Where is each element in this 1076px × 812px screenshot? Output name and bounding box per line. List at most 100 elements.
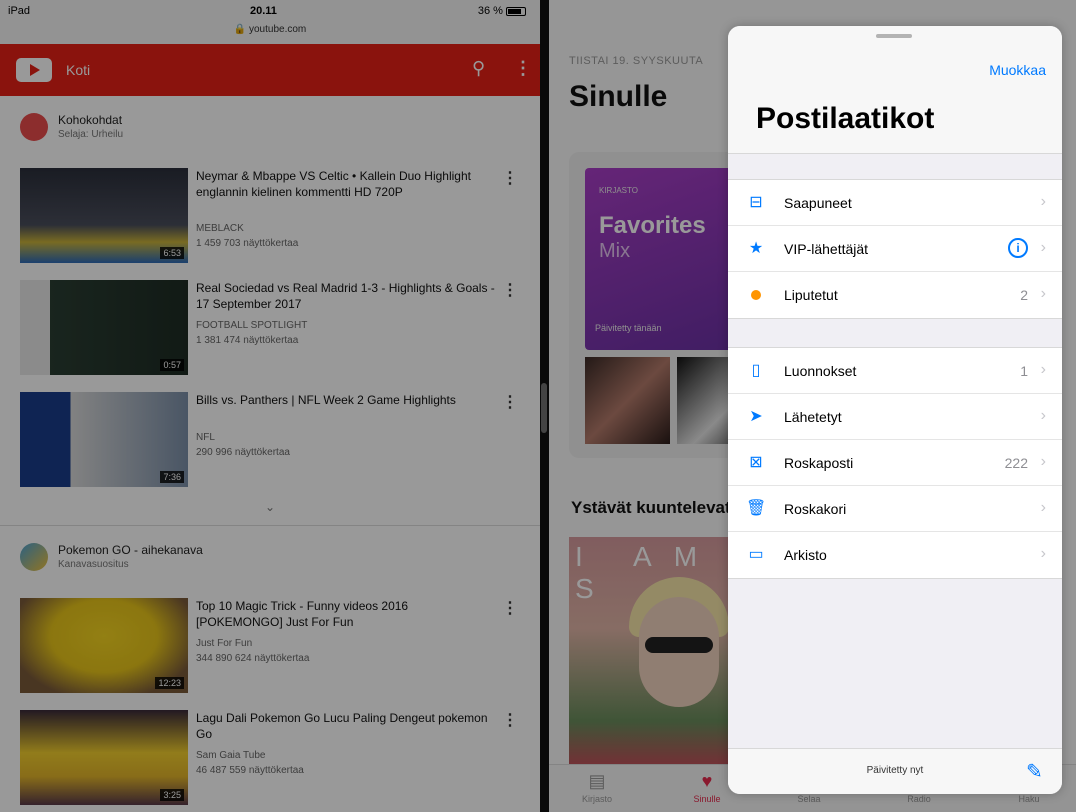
mailbox-row-inbox[interactable]: ⊟ Saapuneet › xyxy=(728,180,1062,226)
mailbox-row-vip[interactable]: ★ VIP-lähettäjät i › xyxy=(728,226,1062,272)
video-thumbnail[interactable]: 0:57 xyxy=(20,280,188,375)
video-title[interactable]: Top 10 Magic Trick - Funny videos 2016 [… xyxy=(196,598,496,630)
video-title[interactable]: Neymar & Mbappe VS Celtic • Kallein Duo … xyxy=(196,168,496,200)
video-views: 1 381 474 näyttökertaa xyxy=(196,335,299,346)
section-subtitle: Selaja: Urheilu xyxy=(58,129,124,140)
mailbox-group-primary: ⊟ Saapuneet › ★ VIP-lähettäjät i › Liput… xyxy=(728,179,1062,319)
mailbox-label: Saapuneet xyxy=(784,195,852,211)
video-thumbnail[interactable]: 3:25 xyxy=(20,710,188,805)
video-views: 290 996 näyttökertaa xyxy=(196,447,290,458)
tab-label: Haku xyxy=(1018,794,1040,804)
mailbox-row-sent[interactable]: ➤ Lähetetyt › xyxy=(728,394,1062,440)
search-icon[interactable]: ⚲ xyxy=(472,58,494,80)
video-duration: 0:57 xyxy=(160,359,184,371)
mailbox-count: 1 xyxy=(1020,363,1028,379)
section-subtitle: Kanavasuositus xyxy=(58,559,129,570)
mail-slide-over-panel: Muokkaa Postilaatikot ⊟ Saapuneet › ★ VI… xyxy=(728,26,1062,794)
mailbox-label: Arkisto xyxy=(784,547,827,563)
url-bar[interactable]: 🔒 youtube.com xyxy=(0,24,540,35)
section-title: Pokemon GO - aihekanava xyxy=(58,543,203,557)
chevron-down-icon[interactable]: ⌄ xyxy=(0,500,540,514)
youtube-logo-icon[interactable] xyxy=(16,58,52,82)
mix-note: Päivitetty tänään xyxy=(595,323,662,333)
draft-icon: ▯ xyxy=(751,362,761,379)
video-channel: NFL xyxy=(196,432,215,443)
mailbox-count: 2 xyxy=(1020,287,1028,303)
mailbox-label: Roskakori xyxy=(784,501,847,517)
video-duration: 3:25 xyxy=(160,789,184,801)
video-thumbnail[interactable]: 12:23 xyxy=(20,598,188,693)
chevron-right-icon: › xyxy=(1040,407,1046,424)
channel-avatar xyxy=(20,113,48,141)
video-thumbnail[interactable]: 7:36 xyxy=(20,392,188,487)
mail-header: Muokkaa Postilaatikot xyxy=(728,26,1062,154)
mailbox-row-archive[interactable]: ▭ Arkisto › xyxy=(728,532,1062,578)
mailbox-row-junk[interactable]: ⊠ Roskaposti 222 › xyxy=(728,440,1062,486)
tab-label: Kirjasto xyxy=(581,794,612,804)
mailbox-row-drafts[interactable]: ▯ Luonnokset 1 › xyxy=(728,348,1062,394)
youtube-header: Koti ⚲ ⋮ xyxy=(0,44,540,96)
update-status: Päivitetty nyt xyxy=(866,765,924,776)
split-view-divider-handle[interactable] xyxy=(541,383,547,433)
mix-title: Favorites xyxy=(599,212,706,239)
music-date: TIISTAI 19. SYYSKUUTA xyxy=(569,55,704,67)
archive-icon: ▭ xyxy=(748,546,764,563)
mailbox-label: Liputetut xyxy=(784,287,838,303)
drag-handle[interactable] xyxy=(876,34,912,38)
album-art-glasses xyxy=(645,637,713,653)
youtube-pane: iPad 20.11 36 % 🔒 youtube.com Koti ⚲ ⋮ K… xyxy=(0,0,540,812)
video-views: 46 487 559 näyttökertaa xyxy=(196,765,304,776)
mix-card-label: KIRJASTO xyxy=(599,186,638,195)
edit-button[interactable]: Muokkaa xyxy=(989,62,1046,78)
video-duration: 12:23 xyxy=(155,677,184,689)
divider xyxy=(0,525,540,526)
status-bar: iPad 20.11 36 % 🔒 youtube.com xyxy=(0,0,540,44)
mailbox-group-secondary: ▯ Luonnokset 1 › ➤ Lähetetyt › ⊠ Roskapo… xyxy=(728,347,1062,579)
video-title[interactable]: Lagu Dali Pokemon Go Lucu Paling Dengeut… xyxy=(196,710,496,742)
mailbox-row-trash[interactable]: 🗑 Roskakori › xyxy=(728,486,1062,532)
info-icon[interactable]: i xyxy=(1008,238,1028,258)
tab-library[interactable]: ▤ Kirjasto xyxy=(557,771,637,804)
video-item[interactable]: 12:23 Top 10 Magic Trick - Funny videos … xyxy=(20,598,530,696)
video-channel: FOOTBALL SPOTLIGHT xyxy=(196,320,308,331)
page-title: Postilaatikot xyxy=(756,102,935,135)
mailbox-label: Luonnokset xyxy=(784,363,857,379)
video-thumbnail[interactable]: 6:53 xyxy=(20,168,188,263)
video-menu-icon[interactable]: ⋮ xyxy=(502,168,518,188)
video-views: 1 459 703 näyttökertaa xyxy=(196,238,299,249)
more-options-icon[interactable]: ⋮ xyxy=(514,58,532,80)
chevron-right-icon: › xyxy=(1040,285,1046,302)
video-title[interactable]: Real Sociedad vs Real Madrid 1-3 - Highl… xyxy=(196,280,496,312)
music-page-title: Sinulle xyxy=(569,80,668,113)
video-menu-icon[interactable]: ⋮ xyxy=(502,598,518,618)
mix-subtitle: Mix xyxy=(599,240,631,262)
video-duration: 6:53 xyxy=(160,247,184,259)
compose-icon[interactable]: ✎ xyxy=(1026,759,1048,783)
mailbox-label: Roskaposti xyxy=(784,455,854,471)
chevron-right-icon: › xyxy=(1040,545,1046,562)
tab-label: Radio xyxy=(907,794,931,804)
video-duration: 7:36 xyxy=(160,471,184,483)
mailbox-row-flagged[interactable]: Liputetut 2 › xyxy=(728,272,1062,318)
video-item[interactable]: 0:57 Real Sociedad vs Real Madrid 1-3 - … xyxy=(20,280,530,378)
video-menu-icon[interactable]: ⋮ xyxy=(502,280,518,300)
chevron-right-icon: › xyxy=(1040,239,1046,256)
album-art-tile[interactable] xyxy=(585,357,670,444)
library-icon: ▤ xyxy=(588,771,606,791)
carrier-label: iPad xyxy=(8,5,31,17)
battery-indicator: 36 % xyxy=(478,5,526,17)
video-menu-icon[interactable]: ⋮ xyxy=(502,392,518,412)
video-title[interactable]: Bills vs. Panthers | NFL Week 2 Game Hig… xyxy=(196,392,496,408)
chevron-right-icon: › xyxy=(1040,499,1046,516)
flag-dot-icon xyxy=(746,285,766,305)
chevron-right-icon: › xyxy=(1040,453,1046,470)
tab-label: Sinulle xyxy=(693,794,721,804)
battery-percent: 36 % xyxy=(477,5,503,17)
video-menu-icon[interactable]: ⋮ xyxy=(502,710,518,730)
header-title: Koti xyxy=(66,62,91,78)
video-item[interactable]: 6:53 Neymar & Mbappe VS Celtic • Kallein… xyxy=(20,168,530,266)
mailbox-label: Lähetetyt xyxy=(784,409,842,425)
video-item[interactable]: 3:25 Lagu Dali Pokemon Go Lucu Paling De… xyxy=(20,710,530,808)
video-item[interactable]: 7:36 Bills vs. Panthers | NFL Week 2 Gam… xyxy=(20,392,530,490)
video-views: 344 890 624 näyttökertaa xyxy=(196,653,310,664)
